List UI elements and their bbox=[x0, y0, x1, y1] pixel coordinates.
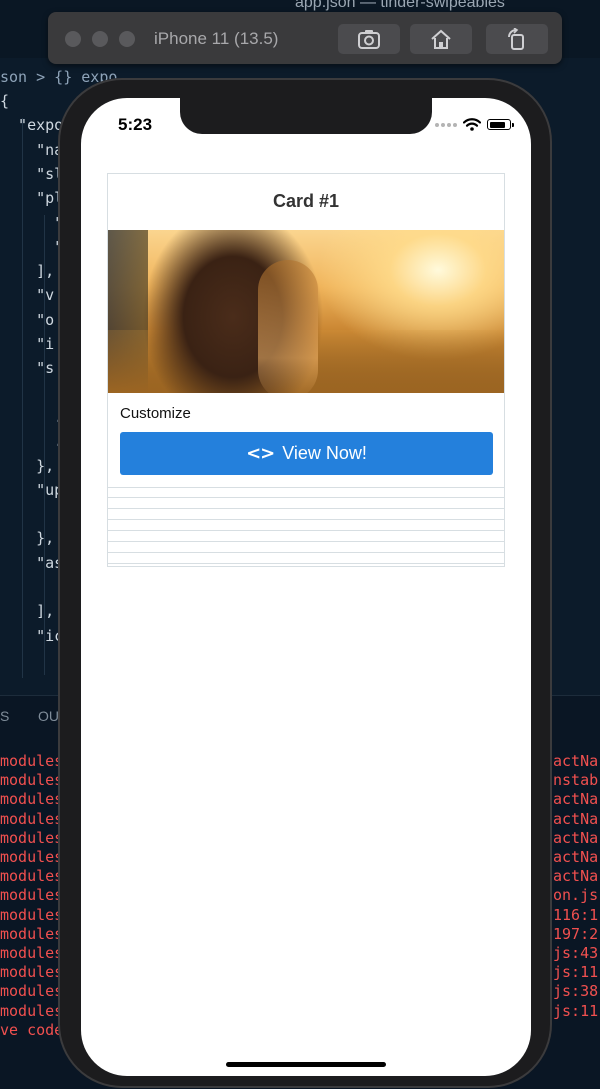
code-icon: <> bbox=[246, 443, 275, 464]
code-line: "v bbox=[0, 286, 55, 305]
code-line: " bbox=[0, 237, 64, 256]
screenshot-icon bbox=[358, 30, 380, 49]
terminal-line: actNa bbox=[553, 752, 599, 770]
code-line: "na bbox=[0, 140, 64, 159]
code-line: "i bbox=[0, 335, 55, 353]
terminal-line: modules bbox=[0, 963, 64, 982]
notch bbox=[180, 98, 432, 134]
home-indicator[interactable] bbox=[226, 1062, 386, 1067]
stacked-card-edge bbox=[108, 519, 504, 520]
stacked-card-edge bbox=[108, 552, 504, 553]
rotate-button[interactable] bbox=[486, 24, 548, 54]
stacked-card-edge bbox=[108, 541, 504, 542]
rotate-icon bbox=[508, 28, 524, 50]
terminal-line: actNa bbox=[553, 790, 599, 809]
terminal-line: modules bbox=[0, 944, 64, 962]
swipe-card[interactable]: Card #1 Customize <> View Now! bbox=[108, 174, 504, 488]
minimize-window-button[interactable] bbox=[92, 31, 108, 47]
terminal-line: actNa bbox=[553, 828, 599, 847]
code-line: . bbox=[0, 407, 64, 426]
terminal-line: js:38 bbox=[553, 982, 599, 1001]
card-image bbox=[108, 230, 504, 393]
close-window-button[interactable] bbox=[65, 31, 81, 47]
battery-level bbox=[489, 121, 505, 128]
stacked-card-edge bbox=[108, 497, 504, 498]
cellular-signal-icon bbox=[435, 122, 457, 127]
code-line: "up bbox=[0, 480, 64, 499]
iphone-screen: 5:23 Card #1 Customize <> View Now! bbox=[81, 98, 531, 1076]
code-line: "s bbox=[0, 359, 55, 378]
terminal-line: modules bbox=[0, 982, 64, 1001]
home-icon bbox=[431, 29, 451, 49]
code-line: "ic bbox=[0, 626, 64, 645]
terminal-line: on.js bbox=[553, 886, 599, 905]
terminal-line: modules bbox=[0, 1001, 64, 1020]
terminal-line: modules bbox=[0, 790, 64, 809]
terminal-line: modules bbox=[0, 848, 64, 866]
code-line: }, bbox=[0, 529, 55, 548]
terminal-line: js:43 bbox=[553, 944, 599, 962]
stacked-card-edge bbox=[108, 563, 504, 564]
indent-guide bbox=[44, 215, 45, 675]
status-icons bbox=[435, 118, 514, 131]
code-line: ' bbox=[0, 383, 64, 402]
terminal-line: modules bbox=[0, 752, 64, 770]
code-line: ' bbox=[0, 505, 64, 524]
terminal-line: modules bbox=[0, 886, 64, 905]
terminal-line: modules bbox=[0, 924, 64, 943]
code-line: "as bbox=[0, 553, 64, 572]
code-line: }, bbox=[0, 456, 55, 475]
code-line: "sl bbox=[0, 164, 64, 183]
terminal-line: modules bbox=[0, 828, 64, 847]
code-line: . bbox=[0, 432, 64, 451]
terminal-line: js:11 bbox=[553, 1001, 599, 1020]
view-now-button[interactable]: <> View Now! bbox=[120, 432, 493, 475]
terminal-line: actNa bbox=[553, 809, 599, 828]
status-time: 5:23 bbox=[118, 115, 153, 134]
terminal-line: actNa bbox=[553, 848, 599, 866]
code-line: " bbox=[0, 213, 64, 232]
code-line: ' bbox=[0, 578, 64, 596]
terminal-line: modules bbox=[0, 809, 64, 828]
editor-title: app.json — tinder-swipeables bbox=[295, 0, 505, 11]
wifi-icon bbox=[463, 118, 481, 131]
code-line: ], bbox=[0, 602, 55, 621]
screenshot-button[interactable] bbox=[338, 24, 400, 54]
zoom-window-button[interactable] bbox=[119, 31, 135, 47]
terminal-line: 116:1 bbox=[553, 905, 599, 924]
code-line: "o bbox=[0, 310, 55, 329]
stacked-card-edge bbox=[108, 508, 504, 509]
stacked-card-edge bbox=[108, 530, 504, 531]
simulator-toolbar: iPhone 11 (13.5) bbox=[48, 12, 562, 64]
terminal-tab-output[interactable]: OU bbox=[38, 708, 59, 724]
card-caption: Customize bbox=[120, 405, 191, 422]
simulator-device-title: iPhone 11 (13.5) bbox=[154, 29, 279, 48]
view-now-label: View Now! bbox=[282, 443, 367, 463]
code-line: ], bbox=[0, 262, 55, 281]
terminal-line: modules bbox=[0, 867, 64, 886]
terminal-tab-problems[interactable]: S bbox=[0, 708, 9, 724]
indent-guide bbox=[22, 118, 23, 678]
card-title: Card #1 bbox=[272, 191, 340, 211]
terminal-line: actNa bbox=[553, 867, 599, 886]
terminal-line: ve code bbox=[0, 1020, 64, 1039]
terminal-line: nstab bbox=[553, 771, 599, 790]
battery-icon bbox=[487, 119, 514, 130]
terminal-line: modules bbox=[0, 905, 64, 924]
code-line: "expo bbox=[0, 116, 64, 135]
terminal-line: 197:2 bbox=[553, 924, 599, 943]
terminal-line: modules bbox=[0, 771, 64, 790]
code-line: { bbox=[0, 92, 10, 110]
code-line: "pl bbox=[0, 189, 64, 208]
terminal-line: js:11 bbox=[553, 963, 599, 982]
home-button[interactable] bbox=[410, 24, 472, 54]
